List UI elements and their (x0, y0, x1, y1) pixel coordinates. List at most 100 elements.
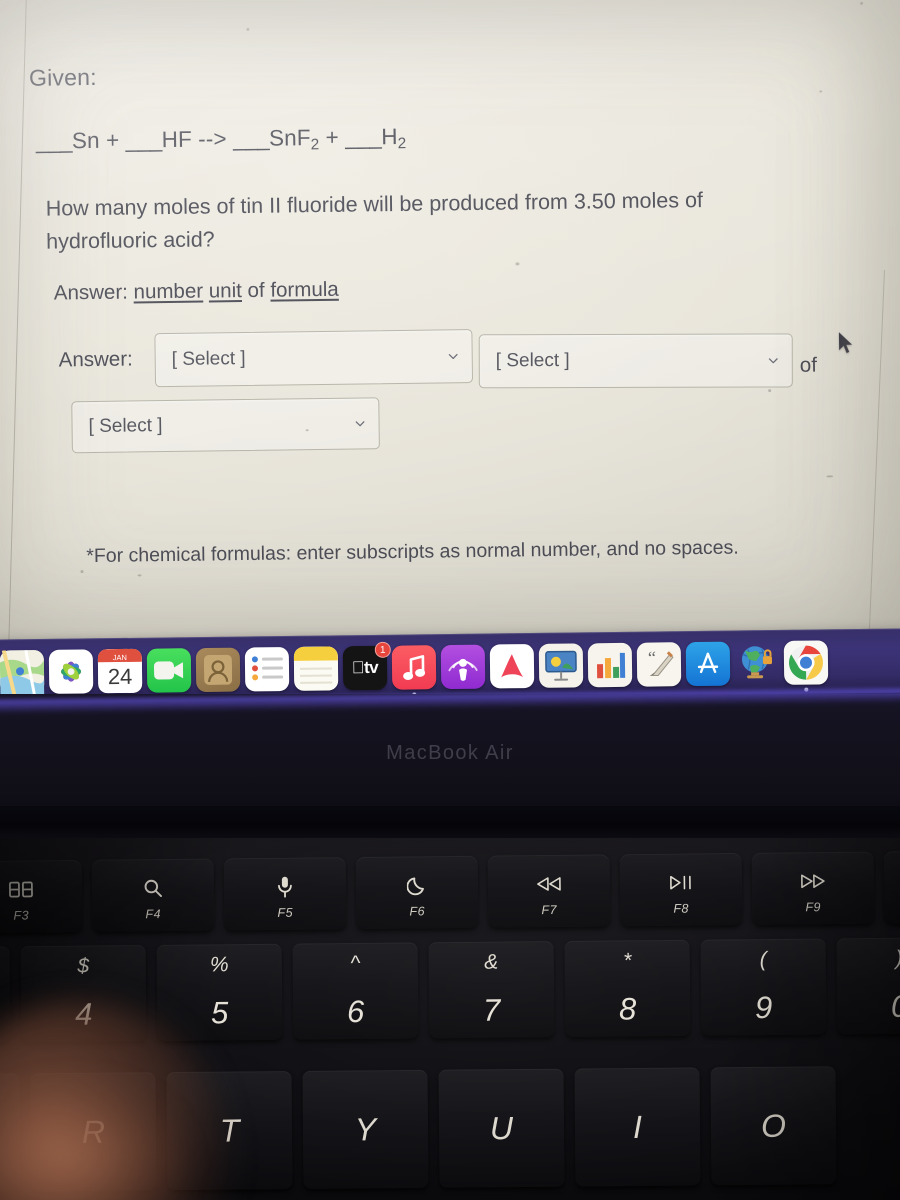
screenshot-root: Given: ___Sn + ___HF --> ___SnF2 + ___H2… (0, 0, 900, 1200)
key-f4[interactable]: F4 (91, 858, 215, 932)
select-number-value: [ Select ] (171, 347, 246, 370)
mouse-pointer-icon (837, 331, 854, 355)
key-5[interactable]: % 5 (156, 943, 283, 1041)
given-label: Given: (28, 63, 97, 91)
dock-item-systemprefs[interactable] (735, 640, 780, 685)
answer-hint-formula: formula (270, 277, 339, 302)
key-6-top: ^ (350, 951, 361, 976)
select-formula[interactable]: [ Select ] (71, 397, 380, 454)
key-6[interactable]: ^ 6 (292, 942, 419, 1040)
screen-speck (860, 1, 864, 5)
chemical-equation: ___Sn + ___HF --> ___SnF2 + ___H2 (36, 124, 407, 158)
dock-item-numbers[interactable] (587, 642, 633, 687)
reminders-icon (251, 655, 284, 680)
key-4[interactable]: $ 4 (20, 945, 147, 1043)
key-o-main: O (760, 1107, 787, 1144)
key-f4-label: F4 (145, 907, 161, 922)
key-y-main: Y (354, 1111, 377, 1148)
dock-item-notes[interactable] (293, 645, 339, 691)
svg-text:“: “ (648, 648, 656, 667)
spotlight-search-icon (143, 877, 163, 899)
select-formula-value: [ Select ] (88, 415, 163, 438)
key-f3-label: F3 (13, 908, 29, 923)
key-f3[interactable]: F3 (0, 859, 83, 934)
chevron-down-icon (447, 350, 460, 363)
numbers-chart-icon (596, 652, 626, 678)
select-unit[interactable]: [ Select ] (478, 333, 793, 389)
dock-item-appstore[interactable] (685, 641, 731, 686)
key-o[interactable]: O (710, 1066, 837, 1186)
screen-speck (515, 262, 520, 266)
key-0-main: 0 (890, 988, 900, 1024)
dock-item-facetime[interactable] (146, 647, 192, 693)
key-4-main: 4 (74, 996, 93, 1032)
system-preferences-globe-icon (741, 645, 772, 678)
key-f5[interactable]: F5 (223, 857, 347, 931)
chevron-down-icon (767, 354, 780, 367)
laptop-keyboard: F3 F4 F5 F6 F7 F8 F9 $ 4 % 5 ^ 6 & 7 * 8… (0, 838, 900, 1200)
select-number[interactable]: [ Select ] (154, 329, 474, 388)
key-f7-label: F7 (541, 902, 557, 918)
key-9[interactable]: ( 9 (700, 938, 827, 1036)
dock-item-contacts[interactable] (195, 647, 241, 692)
dock-item-photos[interactable] (48, 648, 94, 694)
key-f10-partial[interactable] (883, 850, 900, 924)
appletv-badge: 1 (374, 641, 391, 658)
key-7[interactable]: & 7 (428, 941, 555, 1039)
microphone-dictation-icon (277, 876, 293, 898)
dock-item-podcasts[interactable] (440, 644, 486, 689)
dock-item-music[interactable] (391, 644, 437, 696)
key-e-partial[interactable] (0, 1073, 21, 1192)
equation-formula-hf: HF (161, 126, 192, 153)
screen-speck (768, 389, 772, 393)
equation-arrow: --> (198, 126, 227, 152)
equation-blank-1: ___ (35, 128, 73, 154)
dock-item-keynote[interactable] (538, 642, 584, 688)
key-0[interactable]: ) 0 (836, 937, 900, 1035)
key-f9[interactable]: F9 (751, 851, 875, 925)
key-8-top: * (623, 949, 632, 973)
mission-control-icon (8, 878, 33, 900)
key-f8[interactable]: F8 (619, 852, 743, 927)
select-unit-value: [ Select ] (495, 350, 570, 372)
key-9-top: ( (759, 948, 767, 972)
answer-format-hint: Answer: number unit of formula (54, 278, 339, 306)
key-f9-label: F9 (805, 900, 821, 915)
calendar-icon: JAN 24 (97, 648, 143, 693)
answer-hint-prefix: Answer: (53, 280, 129, 305)
dock-item-calendar[interactable]: JAN 24 (97, 648, 143, 693)
laptop-screen: Given: ___Sn + ___HF --> ___SnF2 + ___H2… (0, 0, 900, 640)
keyboard-function-row: F3 F4 F5 F6 F7 F8 F9 (0, 850, 900, 934)
equation-formula-snf2: SnF (268, 125, 311, 151)
notes-icon (293, 645, 339, 691)
dock-item-pages[interactable]: “ (636, 641, 682, 687)
key-u[interactable]: U (438, 1068, 565, 1188)
play-pause-icon (669, 871, 693, 893)
dock-item-chrome[interactable] (783, 639, 829, 692)
chevron-down-icon (353, 417, 366, 430)
equation-op-plus-1: + (105, 127, 120, 153)
dock-item-reminders[interactable] (244, 646, 290, 692)
key-3-partial[interactable] (0, 946, 11, 1043)
key-t[interactable]: T (166, 1071, 293, 1191)
facetime-video-icon (153, 660, 184, 680)
key-y[interactable]: Y (302, 1069, 429, 1189)
equation-op-plus-2: + (325, 124, 339, 150)
question-content: Given: ___Sn + ___HF --> ___SnF2 + ___H2… (0, 0, 900, 640)
dock-item-appletv[interactable]: tv 1 (342, 641, 391, 690)
key-f5-label: F5 (277, 905, 293, 920)
screen-speck (305, 429, 309, 432)
footnote-text: *For chemical formulas: enter subscripts… (86, 536, 739, 568)
dock-item-maps[interactable] (0, 649, 45, 694)
dock-item-news[interactable] (489, 643, 535, 689)
equation-blank-2: ___ (125, 127, 162, 153)
key-i[interactable]: I (574, 1067, 701, 1187)
key-f6[interactable]: F6 (355, 855, 479, 930)
pages-pencil-icon: “ (648, 648, 674, 676)
keyboard-number-row: $ 4 % 5 ^ 6 & 7 * 8 ( 9) 0 (0, 937, 900, 1043)
key-8[interactable]: * 8 (564, 939, 691, 1037)
key-r[interactable]: R (30, 1072, 157, 1192)
key-5-main: 5 (210, 995, 229, 1031)
key-f7[interactable]: F7 (487, 854, 611, 928)
equation-blank-4: ___ (345, 124, 382, 150)
